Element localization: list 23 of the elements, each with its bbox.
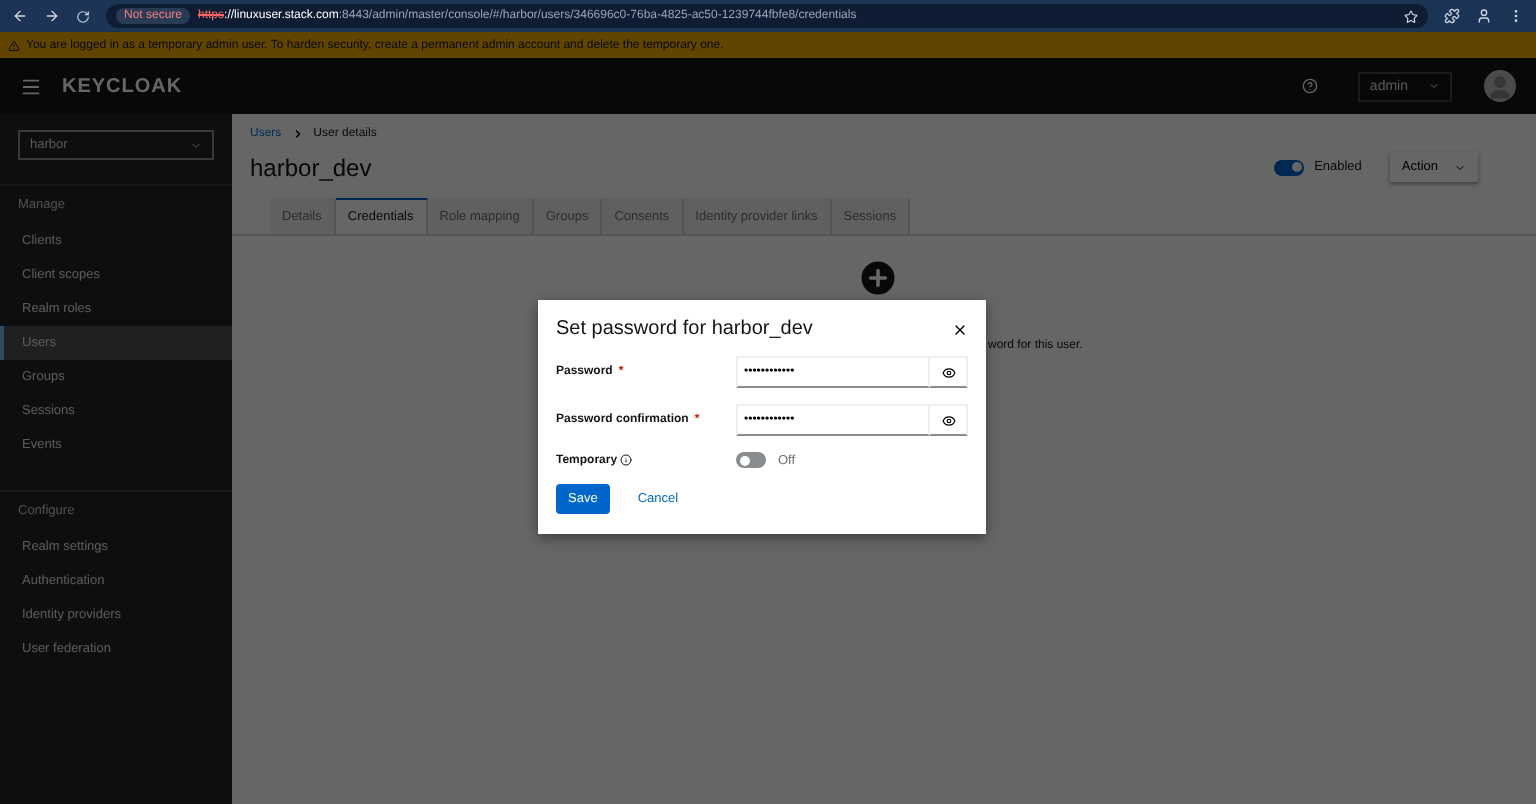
show-password-button[interactable] xyxy=(930,404,968,436)
eye-icon xyxy=(941,365,955,379)
warning-icon xyxy=(8,39,20,51)
caret-icon xyxy=(190,139,202,151)
extensions-icon[interactable] xyxy=(1444,8,1460,24)
reload-icon[interactable] xyxy=(76,9,90,23)
forward-icon[interactable] xyxy=(44,8,60,24)
logo: KEYCLOAK xyxy=(62,75,183,97)
profile-icon[interactable] xyxy=(1476,8,1492,24)
close-icon[interactable] xyxy=(952,321,968,337)
enabled-switch[interactable] xyxy=(1274,159,1305,175)
caret-icon xyxy=(1454,161,1466,173)
eye-icon xyxy=(941,413,955,427)
show-password-button[interactable] xyxy=(930,356,968,388)
temporary-switch[interactable] xyxy=(736,452,766,468)
menu-icon[interactable] xyxy=(20,75,42,97)
star-icon[interactable] xyxy=(1404,9,1418,23)
caret-icon xyxy=(1428,80,1440,92)
plus-icon[interactable] xyxy=(856,256,900,300)
page-title: harbor_dev xyxy=(250,153,372,181)
chevron-icon xyxy=(291,128,304,140)
back-icon[interactable] xyxy=(12,8,28,24)
dialog-title: Set password for harbor_dev xyxy=(556,318,813,340)
